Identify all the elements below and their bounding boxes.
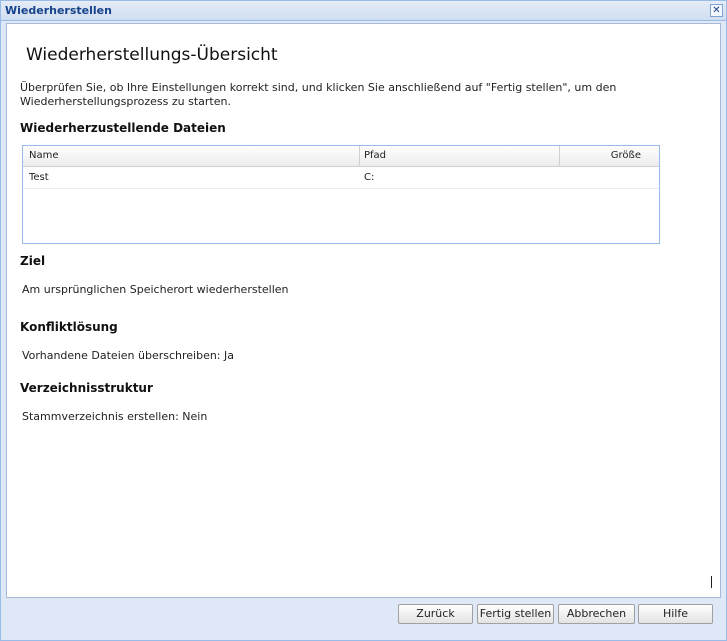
text-cursor [711, 576, 712, 588]
files-grid: Name Pfad Größe Test C: [22, 145, 660, 244]
cancel-button[interactable]: Abbrechen [558, 604, 635, 624]
title-bar[interactable]: Wiederherstellen ✕ [1, 1, 726, 21]
button-bar: Zurück Fertig stellen Abbrechen Hilfe [1, 598, 726, 640]
back-button[interactable]: Zurück [398, 604, 473, 624]
column-header-path[interactable]: Pfad [359, 146, 559, 166]
cell-size [564, 167, 641, 188]
conflict-section-title: Konfliktlösung [20, 320, 118, 334]
target-value: Am ursprünglichen Speicherort wiederhers… [22, 283, 289, 296]
target-section-title: Ziel [20, 254, 46, 268]
table-row[interactable]: Test C: [23, 167, 659, 189]
structure-value: Stammverzeichnis erstellen: Nein [22, 410, 208, 423]
window-title: Wiederherstellen [5, 4, 112, 17]
finish-button[interactable]: Fertig stellen [477, 604, 554, 624]
page-description: Überprüfen Sie, ob Ihre Einstellungen ko… [20, 81, 617, 108]
files-section-title: Wiederherzustellende Dateien [20, 121, 226, 135]
cell-name: Test [29, 172, 49, 183]
restore-dialog: Wiederherstellen ✕ Wiederherstellungs-Üb… [0, 0, 727, 641]
structure-section-title: Verzeichnisstruktur [20, 381, 153, 395]
summary-panel: Wiederherstellungs-Übersicht Überprüfen … [6, 23, 721, 598]
page-title: Wiederherstellungs-Übersicht [26, 45, 278, 65]
conflict-value: Vorhandene Dateien überschreiben: Ja [22, 349, 234, 362]
column-header-size[interactable]: Größe [559, 146, 659, 166]
grid-header: Name Pfad Größe [23, 146, 659, 167]
column-header-name[interactable]: Name [29, 146, 359, 166]
cell-path: C: [364, 172, 375, 183]
help-button[interactable]: Hilfe [638, 604, 713, 624]
close-icon[interactable]: ✕ [710, 4, 723, 17]
